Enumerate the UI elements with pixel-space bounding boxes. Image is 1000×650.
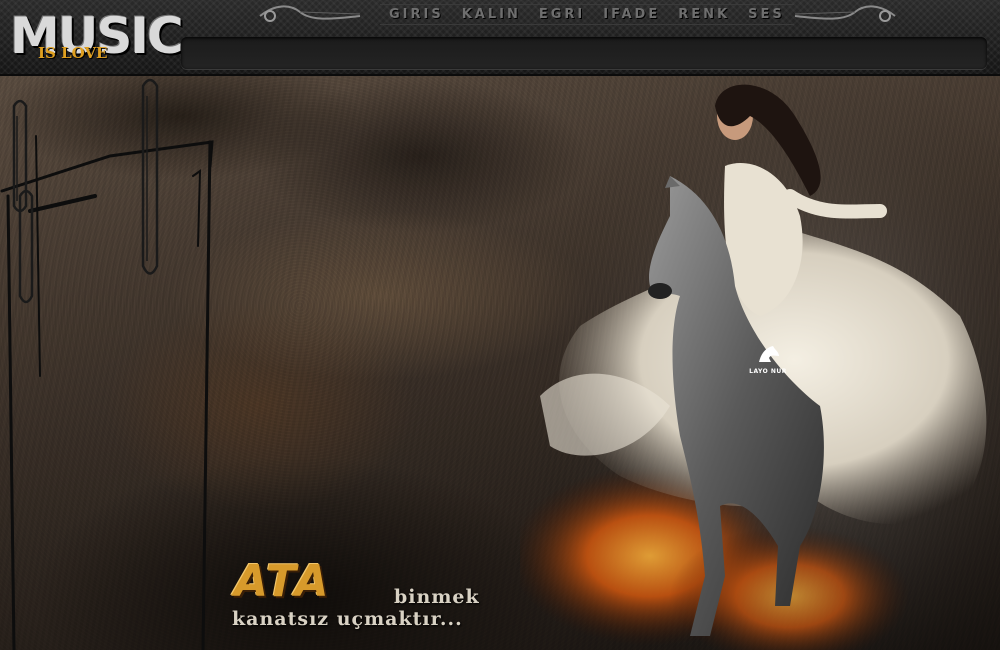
menu-item-ifade[interactable]: IFADE — [594, 4, 670, 25]
slogan-line1-rest: binmek — [394, 586, 480, 608]
site-logo[interactable]: MUSIC IS LOVE — [8, 6, 184, 70]
ornament-scroll-icon — [259, 5, 361, 22]
logo-sub-text: IS LOVE — [38, 44, 108, 62]
menu-item-ses[interactable]: SES — [739, 4, 794, 25]
music-player-bar[interactable] — [181, 37, 987, 69]
main-menu: GIRIS KALIN EGRI IFADE RENK SES — [380, 4, 794, 25]
sketch-frame-decoration — [0, 78, 214, 650]
menu-item-giris[interactable]: GIRIS — [380, 4, 453, 25]
top-bar: MUSIC IS LOVE GIRIS KALIN EGRI IFADE REN… — [0, 0, 1000, 76]
slogan-line2: kanatsız uçmaktır... — [232, 608, 463, 630]
watermark-text: LAYO NUR — [749, 368, 787, 375]
ornament-scroll-icon — [794, 5, 896, 22]
slogan-highlight: ATA — [234, 556, 331, 607]
slogan: ATA binmek kanatsız uçmaktır... — [232, 560, 632, 640]
page: LAYO NUR MUSIC IS LOVE GIRIS KALIN EGRI … — [0, 0, 1000, 650]
horse-head-logo-icon — [759, 346, 779, 362]
menu-item-egri[interactable]: EGRI — [529, 4, 595, 25]
watermark-badge: LAYO NUR — [748, 344, 788, 375]
menu-item-renk[interactable]: RENK — [669, 4, 740, 25]
menu-item-kalin[interactable]: KALIN — [452, 4, 530, 25]
